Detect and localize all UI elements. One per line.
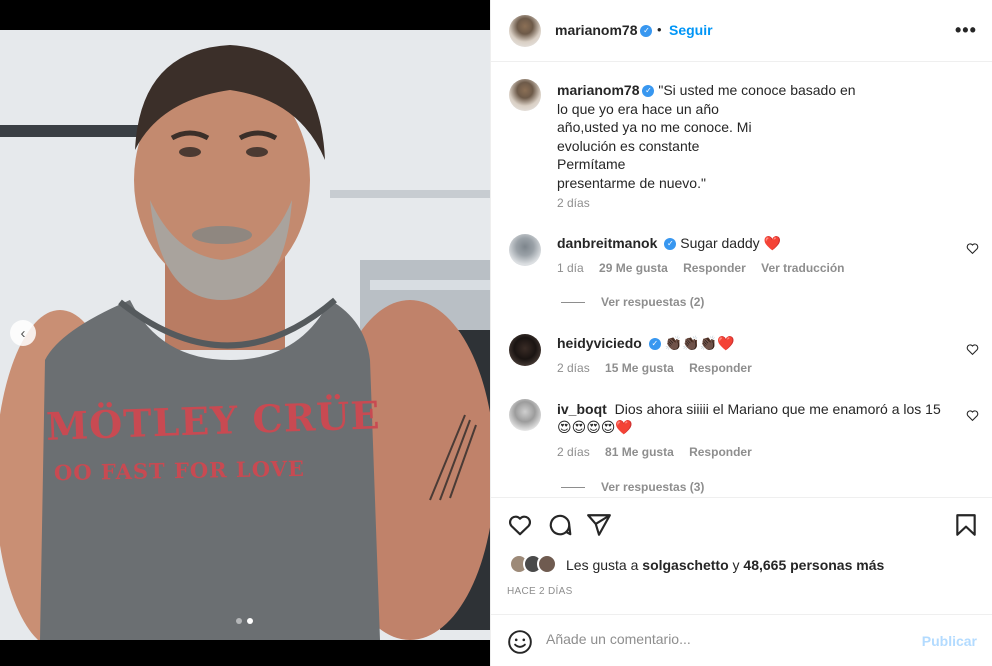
comment-like-heart-icon[interactable] (966, 242, 979, 255)
verified-icon: ✓ (642, 85, 655, 98)
comment-likes[interactable]: 29 Me gusta (599, 261, 668, 275)
reply-button[interactable]: Responder (683, 261, 746, 275)
bottom-black-bar (0, 640, 490, 666)
comment-text: Sugar daddy ❤️ (680, 235, 781, 251)
shirt-print-line2: OO FAST FOR LOVE (53, 455, 306, 486)
comment-like-heart-icon[interactable] (966, 409, 979, 422)
comment-avatar[interactable] (509, 234, 541, 266)
author-username: marianom78 (555, 22, 638, 38)
view-replies-label: Ver respuestas (2) (601, 295, 705, 309)
comment-avatar[interactable] (509, 399, 541, 431)
comment-avatar[interactable] (509, 334, 541, 366)
reply-button[interactable]: Responder (689, 361, 752, 375)
liker-avatars[interactable] (509, 554, 557, 574)
comment-likes[interactable]: 15 Me gusta (605, 361, 674, 375)
author-username-link[interactable]: marianom78 ✓ (555, 22, 653, 38)
likes-prefix: Les gusta a (566, 557, 639, 573)
post-timestamp[interactable]: HACE 2 DÍAS (507, 586, 573, 597)
post-header: marianom78 ✓ • Seguir ••• (491, 0, 992, 62)
replies-line (561, 486, 585, 488)
caption-meta: 2 días (557, 196, 602, 210)
comments-list[interactable]: marianom78 ✓ "Si usted me conoce basado e… (491, 63, 992, 495)
caption-author[interactable]: marianom78 (557, 82, 639, 98)
caption-time: 2 días (557, 196, 590, 210)
emoji-icon[interactable] (507, 629, 533, 655)
add-comment-bar: Publicar (491, 614, 992, 666)
view-replies-button[interactable]: Ver respuestas (3) (561, 480, 704, 494)
comment-time: 1 día (557, 261, 584, 275)
comment-text-line2: 😍😍😍😍❤️ (557, 419, 633, 435)
comment-text: 👏🏿👏🏿👏🏿❤️ (664, 335, 735, 351)
verified-icon: ✓ (648, 338, 661, 351)
comment-meta: 1 día 29 Me gusta Responder Ver traducci… (557, 261, 857, 275)
caption-author-avatar[interactable] (509, 79, 541, 111)
separator-dot: • (657, 22, 662, 37)
reply-button[interactable]: Responder (689, 445, 752, 459)
comment-time: 2 días (557, 445, 590, 459)
comment-likes[interactable]: 81 Me gusta (605, 445, 674, 459)
author-avatar[interactable] (509, 15, 541, 47)
likes-middle: y (732, 557, 740, 573)
post-actions: Les gusta a solgaschetto y 48,665 person… (491, 497, 992, 617)
comment: iv_boqt Dios ahora siiiii el Mariano que… (557, 401, 941, 417)
publish-button[interactable]: Publicar (922, 633, 977, 649)
comment-username[interactable]: heidyviciedo (557, 335, 642, 351)
comment: heidyviciedo ✓ 👏🏿👏🏿👏🏿❤️ (557, 335, 734, 352)
chevron-left-icon: ‹ (20, 324, 26, 342)
comment-continuation: 😍😍😍😍❤️ (557, 419, 633, 436)
heart-icon[interactable] (507, 512, 533, 538)
carousel-indicator (236, 618, 253, 624)
liker-avatar (537, 554, 557, 574)
post-photo[interactable]: MÖTLEY CRÜE OO FAST FOR LOVE ‹ (0, 30, 490, 640)
comment-time: 2 días (557, 361, 590, 375)
view-replies-label: Ver respuestas (3) (601, 480, 705, 494)
share-icon[interactable] (586, 512, 612, 538)
carousel-dot-active (247, 618, 253, 624)
comment-text: Dios ahora siiiii el Mariano que me enam… (614, 401, 941, 417)
replies-line (561, 301, 585, 303)
comment-like-heart-icon[interactable] (966, 343, 979, 356)
translate-button[interactable]: Ver traducción (761, 261, 844, 275)
comment: danbreitmanok ✓ Sugar daddy ❤️ (557, 235, 781, 252)
caption: marianom78 ✓ "Si usted me conoce basado e… (557, 81, 877, 192)
view-replies-button[interactable]: Ver respuestas (2) (561, 295, 704, 309)
comment-input[interactable] (546, 631, 906, 647)
caption-text: "Si usted me conoce basado en lo que yo … (557, 82, 856, 191)
comment-username[interactable]: iv_boqt (557, 401, 607, 417)
comment-meta: 2 días 15 Me gusta Responder (557, 361, 764, 375)
comment-meta: 2 días 81 Me gusta Responder (557, 445, 764, 459)
post-side-panel: marianom78 ✓ • Seguir ••• marianom78 ✓ "Si… (490, 0, 992, 666)
likes-count-link[interactable]: 48,665 personas más (743, 557, 884, 573)
photo-illustration (0, 30, 490, 640)
likes-user-link[interactable]: solgaschetto (642, 557, 728, 573)
follow-button[interactable]: Seguir (669, 22, 713, 38)
more-options-icon[interactable]: ••• (955, 20, 977, 41)
verified-icon: ✓ (664, 238, 677, 251)
bookmark-icon[interactable] (953, 512, 979, 538)
comment-icon[interactable] (547, 512, 573, 538)
carousel-prev-button[interactable]: ‹ (10, 320, 36, 346)
likes-summary: Les gusta a solgaschetto y 48,665 person… (566, 557, 884, 573)
carousel-dot (236, 618, 242, 624)
verified-icon: ✓ (640, 25, 653, 38)
comment-username[interactable]: danbreitmanok (557, 235, 657, 251)
